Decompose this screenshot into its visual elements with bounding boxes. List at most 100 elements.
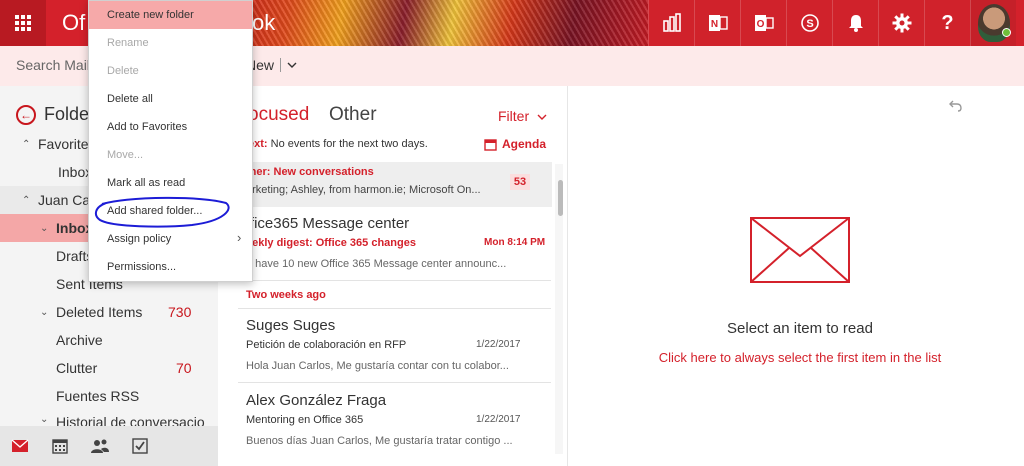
menu-item-add-shared-folder[interactable]: Add shared folder... <box>89 197 252 225</box>
people-module-button[interactable] <box>90 436 110 456</box>
chevron-down-icon <box>537 114 547 120</box>
svg-text:O: O <box>756 19 764 30</box>
unread-count: 70 <box>176 360 192 376</box>
message-subject: Petición de colaboración en RFP <box>246 339 407 351</box>
message-preview: Hola Juan Carlos, Me gustaría contar con… <box>246 360 509 372</box>
notifications-button[interactable] <box>832 0 878 46</box>
chevron-down-icon[interactable]: ⌄ <box>40 307 48 318</box>
menu-item-delete[interactable]: Delete <box>89 57 252 85</box>
mail-module-button[interactable] <box>10 436 30 456</box>
chevron-down-icon[interactable] <box>287 61 297 69</box>
agenda-label: Agenda <box>502 137 547 151</box>
menu-item-delete-all[interactable]: Delete all <box>89 85 252 113</box>
scrollbar-thumb[interactable] <box>558 180 563 216</box>
envelope-icon <box>750 217 850 283</box>
sidebar-item-clutter[interactable]: Clutter 70 <box>0 354 218 382</box>
help-button[interactable]: ? <box>924 0 970 46</box>
undo-icon <box>949 100 962 112</box>
sidebar-item-history[interactable]: ⌄ Historial de conversacio <box>0 410 218 426</box>
agenda-button[interactable]: Agenda <box>484 137 546 151</box>
menu-item-rename[interactable]: Rename <box>89 29 252 57</box>
top-icon-bar: N O S ? <box>648 0 1016 46</box>
next-events-row: ext: No events for the next two days. <box>248 138 428 150</box>
next-events-text: No events for the next two days. <box>270 138 428 150</box>
sidebar-item-label: Archive <box>56 332 103 348</box>
svg-text:S: S <box>806 18 813 30</box>
waffle-icon <box>15 15 31 31</box>
divider <box>280 58 282 72</box>
other-summary-senders: arketing; Ashley, from harmon.ie; Micros… <box>246 184 481 196</box>
select-first-item-link[interactable]: Click here to always select the first it… <box>569 350 1024 365</box>
message-date: Mon 8:14 PM <box>484 237 546 248</box>
mail-icon <box>11 439 29 452</box>
divider <box>238 308 551 309</box>
gear-icon <box>892 13 911 33</box>
new-message-button[interactable]: New <box>246 57 297 73</box>
folders-back-button[interactable]: ← Folder <box>16 104 95 125</box>
user-avatar-button[interactable] <box>970 0 1016 46</box>
outlook-button[interactable]: O <box>740 0 786 46</box>
tab-other[interactable]: Other <box>329 104 377 126</box>
back-arrow-icon: ← <box>16 104 36 125</box>
app-launcher-button[interactable] <box>0 0 46 46</box>
undo-button[interactable] <box>949 98 963 116</box>
onenote-button[interactable]: N <box>694 0 740 46</box>
divider <box>238 280 551 281</box>
svg-text:N: N <box>710 19 717 30</box>
bell-icon <box>848 15 863 32</box>
menu-item-label: Assign policy <box>107 233 172 245</box>
divider <box>238 382 551 383</box>
outlook-icon: O <box>754 15 774 31</box>
sidebar-item-label: Favorites <box>38 136 96 152</box>
reading-pane: Select an item to read Click here to alw… <box>569 86 1024 466</box>
sidebar-item-rss[interactable]: Fuentes RSS <box>0 382 218 410</box>
sidebar-item-label: Historial de conversacio <box>56 414 205 426</box>
outlook-web-app: Of ok N O S ? Search Mail a New ← Folder… <box>0 0 1024 466</box>
other-inbox-summary[interactable]: ther: New conversations arketing; Ashley… <box>246 162 552 207</box>
filter-label: Filter <box>498 108 530 124</box>
menu-item-create-new-folder[interactable]: Create new folder <box>89 1 252 29</box>
unread-count-badge: 53 <box>510 174 530 190</box>
sidebar-item-label: Fuentes RSS <box>56 388 140 404</box>
chevron-up-icon[interactable]: ⌃ <box>22 139 30 150</box>
app-title: Of <box>62 10 86 35</box>
message-sender: ffice365 Message center <box>246 215 410 232</box>
message-date: 1/22/2017 <box>476 339 521 350</box>
tab-focused[interactable]: ocused <box>248 104 309 126</box>
settings-button[interactable] <box>878 0 924 46</box>
skype-button[interactable]: S <box>786 0 832 46</box>
chevron-down-icon[interactable]: ⌄ <box>40 414 48 425</box>
unread-count: 730 <box>168 304 192 320</box>
reading-pane-title: Select an item to read <box>727 320 873 337</box>
sidebar-item-archive[interactable]: Archive <box>0 326 218 354</box>
sidebar-item-label: Juan Car <box>38 192 95 208</box>
date-group-header: Two weeks ago <box>246 289 326 301</box>
menu-item-permissions[interactable]: Permissions... <box>89 253 252 281</box>
menu-item-mark-all-read[interactable]: Mark all as read <box>89 169 252 197</box>
module-switcher <box>0 426 218 466</box>
chevron-up-icon[interactable]: ⌃ <box>22 195 30 206</box>
calendar-icon <box>52 439 68 454</box>
tasks-module-button[interactable] <box>130 436 150 456</box>
help-icon: ? <box>941 11 954 34</box>
message-list: ocused Other Filter ext: No events for t… <box>218 86 568 466</box>
skype-icon: S <box>800 14 819 32</box>
message-date: 1/22/2017 <box>476 414 521 425</box>
calendar-module-button[interactable] <box>50 436 70 456</box>
chevron-right-icon: › <box>237 230 242 245</box>
message-sender: Suges Suges <box>246 317 336 334</box>
other-summary-title: ther: New conversations <box>246 166 374 178</box>
menu-item-add-to-favorites[interactable]: Add to Favorites <box>89 113 252 141</box>
calendar-icon <box>484 138 497 151</box>
power-bi-icon <box>662 13 681 32</box>
people-icon <box>91 439 109 453</box>
message-subject: eekly digest: Office 365 changes <box>246 237 416 249</box>
message-preview: u have 10 new Office 365 Message center … <box>246 258 507 270</box>
menu-item-move[interactable]: Move... <box>89 141 252 169</box>
menu-item-assign-policy[interactable]: Assign policy <box>89 225 252 253</box>
power-bi-button[interactable] <box>648 0 694 46</box>
sidebar-item-deleted[interactable]: ⌄ Deleted Items 730 <box>0 298 218 326</box>
sidebar-item-label: Deleted Items <box>56 304 143 320</box>
filter-button[interactable]: Filter <box>498 108 547 124</box>
chevron-down-icon[interactable]: ⌄ <box>40 223 48 234</box>
